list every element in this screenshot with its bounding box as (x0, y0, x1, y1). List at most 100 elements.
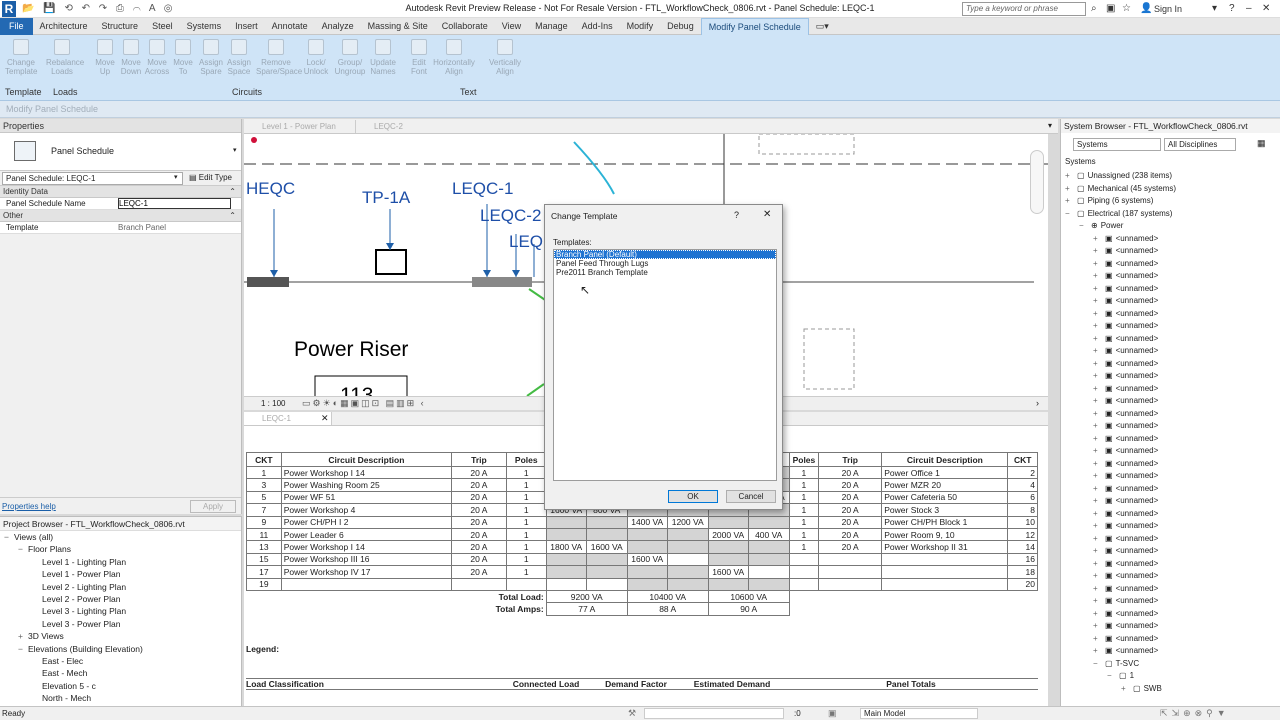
view-control-icons[interactable]: ▭⚙☀◐▦▣◫⊡ ▤▥⊞ ‹ (302, 398, 426, 409)
tab-add-ins[interactable]: Add-Ins (575, 18, 620, 35)
sign-in-link[interactable]: Sign In (1154, 4, 1182, 14)
scroll-right-icon[interactable]: › (1036, 398, 1039, 408)
ribbon-button-change[interactable]: Change Template (5, 39, 37, 89)
tab-annotate[interactable]: Annotate (265, 18, 315, 35)
circuit-item[interactable]: + ▣ <unnamed> (1065, 495, 1271, 508)
property-group-header[interactable]: Other ⌃ (0, 210, 241, 222)
expand-icon[interactable]: + (1093, 520, 1105, 533)
browser-item[interactable]: Level 3 - Power Plan (0, 618, 241, 630)
circuit-item[interactable]: + ▣ <unnamed> (1065, 620, 1271, 633)
minimize-icon[interactable]: – (1246, 3, 1252, 14)
browser-item[interactable]: Level 3 - Lighting Plan (0, 605, 241, 617)
navigation-bar[interactable] (1030, 150, 1044, 214)
browser-item[interactable]: North - Mech (0, 692, 241, 704)
expand-icon[interactable]: + (1093, 495, 1105, 508)
expand-icon[interactable]: + (1093, 483, 1105, 496)
circuit-item[interactable]: + ▣ <unnamed> (1065, 633, 1271, 646)
browser-item[interactable]: Level 2 - Lighting Plan (0, 581, 241, 593)
template-option[interactable]: Branch Panel (Default) (554, 250, 776, 259)
help-icon[interactable]: ? (734, 210, 739, 220)
expand-icon[interactable]: + (1093, 345, 1105, 358)
help-icon[interactable]: ? (1229, 3, 1235, 14)
circuit-item[interactable]: + ▣ <unnamed> (1065, 333, 1271, 346)
circuit-item[interactable]: + ▣ <unnamed> (1065, 558, 1271, 571)
circuit-item[interactable]: + ▣ <unnamed> (1065, 345, 1271, 358)
circuit-item[interactable]: + ▣ <unnamed> (1065, 233, 1271, 246)
expand-icon[interactable]: + (1093, 308, 1105, 321)
table-row[interactable]: 13 Power Workshop I 14 20 A 1 1800 VA 1600 VA… (246, 540, 1038, 554)
circuit-item[interactable]: + ▣ <unnamed> (1065, 470, 1271, 483)
expand-icon[interactable]: + (1093, 508, 1105, 521)
collapse-icon[interactable]: + (1121, 683, 1133, 696)
browser-item[interactable]: East - Mech (0, 667, 241, 679)
ribbon-options-icon[interactable]: ▭▾ (809, 18, 836, 35)
type-selector[interactable]: Panel Schedule ▾ (0, 133, 241, 171)
quick-access-toolbar[interactable]: 📂 💾 ⟲ ↶ ↷ ⎙ ⌒ A ◎ (22, 3, 175, 14)
table-row[interactable]: 15 Power Workshop III 16 20 A 1 1600 VA 16 (246, 552, 1038, 567)
tab-massing-site[interactable]: Massing & Site (361, 18, 435, 35)
app-menu-icon[interactable]: ▾ (1212, 3, 1217, 14)
design-option-select[interactable]: Main Model (860, 708, 978, 719)
circuit-item[interactable]: + ▣ <unnamed> (1065, 508, 1271, 521)
workset-select[interactable] (644, 708, 784, 719)
circuit-item[interactable]: + ▣ <unnamed> (1065, 570, 1271, 583)
ribbon-button-lock[interactable]: Lock/Unlock (300, 39, 332, 89)
expand-icon[interactable]: + (1093, 583, 1105, 596)
property-group-header[interactable]: Identity Data ⌃ (0, 186, 241, 198)
tab-view[interactable]: View (495, 18, 528, 35)
circuit-item[interactable]: + ▣ <unnamed> (1065, 645, 1271, 658)
expand-icon[interactable]: + (1093, 295, 1105, 308)
expand-icon[interactable]: + (1093, 570, 1105, 583)
ribbon-button-edit[interactable]: Edit Font (403, 39, 435, 89)
collapse-icon[interactable]: − (1079, 220, 1091, 233)
expand-icon[interactable]: + (1093, 433, 1105, 446)
collapse-icon[interactable]: ⌃ (229, 210, 236, 222)
tab-leqc-1[interactable]: LEQC-1 (244, 412, 332, 425)
browser-item[interactable]: − Views (all) (0, 531, 241, 543)
expand-icon[interactable]: + (1093, 608, 1105, 621)
property-value[interactable]: Branch Panel (118, 222, 166, 234)
tab-structure[interactable]: Structure (95, 18, 146, 35)
system-item[interactable]: + ▢ Mechanical (45 systems) (1065, 183, 1271, 196)
ribbon-button-horizontally[interactable]: Horizontally Align (432, 39, 476, 89)
close-icon[interactable]: ✕ (763, 209, 771, 220)
circuit-item[interactable]: + ▣ <unnamed> (1065, 295, 1271, 308)
system-item[interactable]: − ▢ T-SVC (1065, 658, 1271, 671)
ribbon-button-update[interactable]: Update Names (367, 39, 399, 89)
circuit-item[interactable]: + ▣ <unnamed> (1065, 270, 1271, 283)
ribbon-button-remove[interactable]: Remove Spare/Space (256, 39, 302, 89)
tab-insert[interactable]: Insert (228, 18, 265, 35)
circuit-item[interactable]: + ▣ <unnamed> (1065, 595, 1271, 608)
tab-architecture[interactable]: Architecture (33, 18, 95, 35)
circuit-item[interactable]: + ▣ <unnamed> (1065, 408, 1271, 421)
scale-label[interactable]: 1 : 100 (261, 399, 285, 408)
circuit-item[interactable]: + ▣ <unnamed> (1065, 445, 1271, 458)
ribbon-button-assign[interactable]: Assign Space (223, 39, 255, 89)
browser-item[interactable]: +3D Views (0, 630, 241, 642)
properties-help-link[interactable]: Properties help (2, 502, 56, 511)
expand-icon[interactable]: + (1093, 545, 1105, 558)
tab-modify[interactable]: Modify (620, 18, 661, 35)
table-row[interactable]: 11 Power Leader 6 20 A 1 2000 VA 400 VA 1 20 AP… (246, 527, 1038, 542)
system-item-power[interactable]: − ⊕ Power (1065, 220, 1271, 233)
circuit-item[interactable]: + ▣ <unnamed> (1065, 245, 1271, 258)
expand-icon[interactable]: + (1093, 595, 1105, 608)
tab-steel[interactable]: Steel (145, 18, 180, 35)
browser-item[interactable]: Elevation 5 - c (0, 680, 241, 692)
system-item[interactable]: + ▢ Piping (6 systems) (1065, 195, 1271, 208)
circuit-item[interactable]: + ▣ <unnamed> (1065, 545, 1271, 558)
collapse-icon[interactable]: ⌃ (229, 186, 236, 198)
selection-filter-icons[interactable]: ⇱⇲⊕⊗⚲▼ (1160, 708, 1230, 719)
circuit-item[interactable]: + ▣ <unnamed> (1065, 583, 1271, 596)
expand-icon[interactable]: + (1065, 170, 1077, 183)
column-settings-icon[interactable]: ▦ (1257, 138, 1266, 149)
browser-item[interactable]: Level 1 - Power Plan (0, 568, 241, 580)
circuit-item[interactable]: + ▣ <unnamed> (1065, 458, 1271, 471)
browser-item[interactable]: East - Elec (0, 655, 241, 667)
tab-collaborate[interactable]: Collaborate (435, 18, 495, 35)
table-row[interactable]: 9 Power CH/PH I 2 20 A 1 1400 VA 1200 VA 1 20 A… (246, 515, 1038, 529)
editable-only-icon[interactable]: ▣ (828, 708, 837, 719)
system-item[interactable]: + ▢ Unassigned (238 items) (1065, 170, 1271, 183)
circuit-item[interactable]: + ▣ <unnamed> (1065, 395, 1271, 408)
table-row[interactable]: 19 20 (246, 577, 1038, 591)
